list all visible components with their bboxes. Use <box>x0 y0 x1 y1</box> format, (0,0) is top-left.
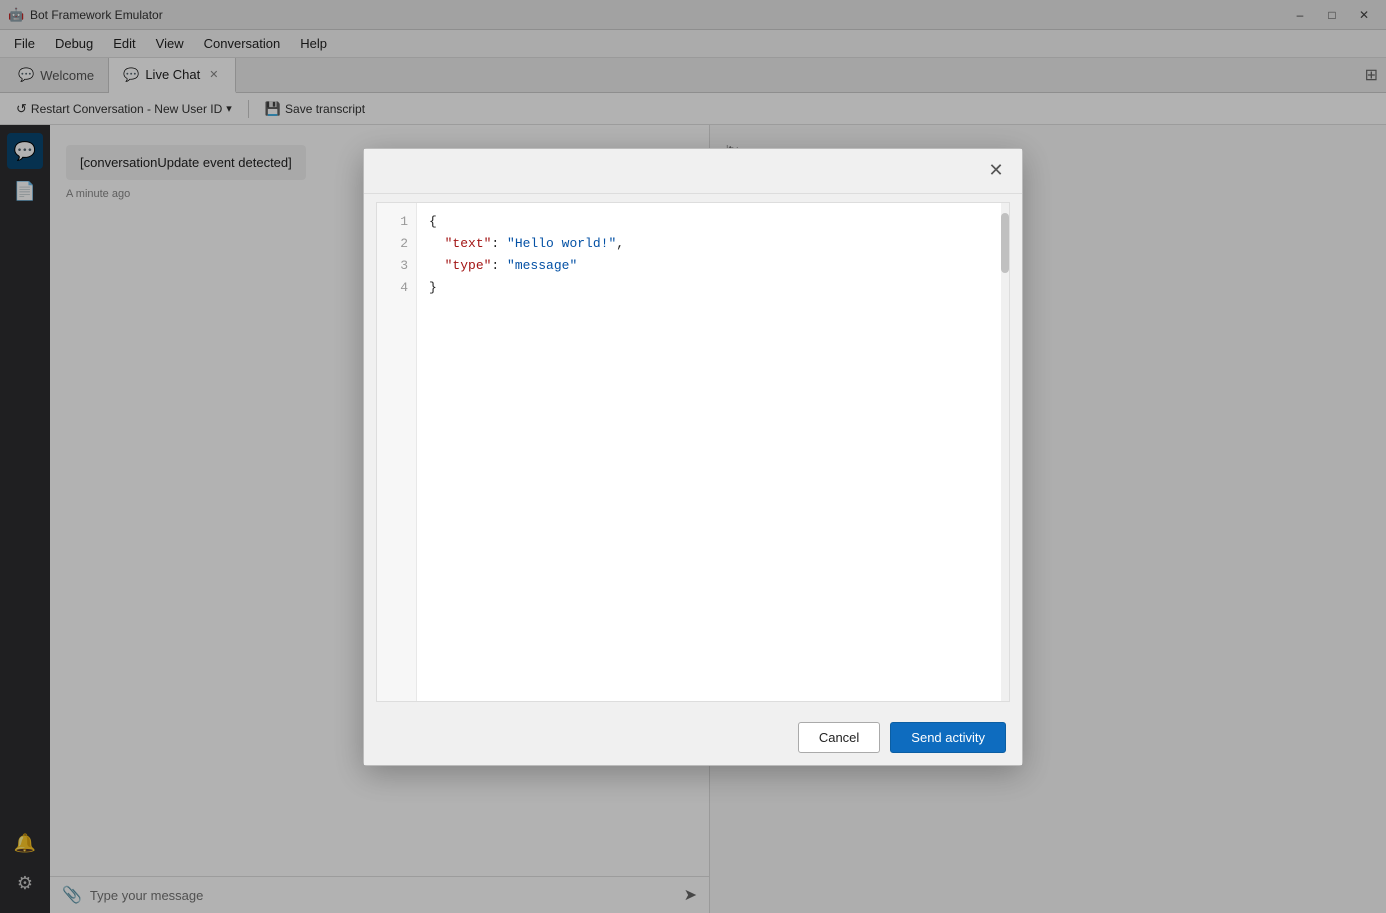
line-num-2: 2 <box>377 233 416 255</box>
line-num-1: 1 <box>377 211 416 233</box>
modal-scrollbar[interactable] <box>1001 203 1009 701</box>
scrollbar-thumb <box>1001 213 1009 273</box>
modal-close-button[interactable]: ✕ <box>982 157 1010 185</box>
modal-editor: 1 2 3 4 { "text": "Hello world!", "type"… <box>376 202 1010 702</box>
editor-content[interactable]: { "text": "Hello world!", "type": "messa… <box>417 203 1001 701</box>
editor-line-numbers: 1 2 3 4 <box>377 203 417 701</box>
modal-footer: Cancel Send activity <box>364 710 1022 765</box>
cancel-button[interactable]: Cancel <box>798 722 880 753</box>
modal-overlay: ✕ 1 2 3 4 { "text": "Hello world!", "typ… <box>0 0 1386 913</box>
send-activity-button[interactable]: Send activity <box>890 722 1006 753</box>
send-activity-modal: ✕ 1 2 3 4 { "text": "Hello world!", "typ… <box>363 148 1023 766</box>
modal-header: ✕ <box>364 149 1022 194</box>
line-num-3: 3 <box>377 255 416 277</box>
line-num-4: 4 <box>377 277 416 299</box>
